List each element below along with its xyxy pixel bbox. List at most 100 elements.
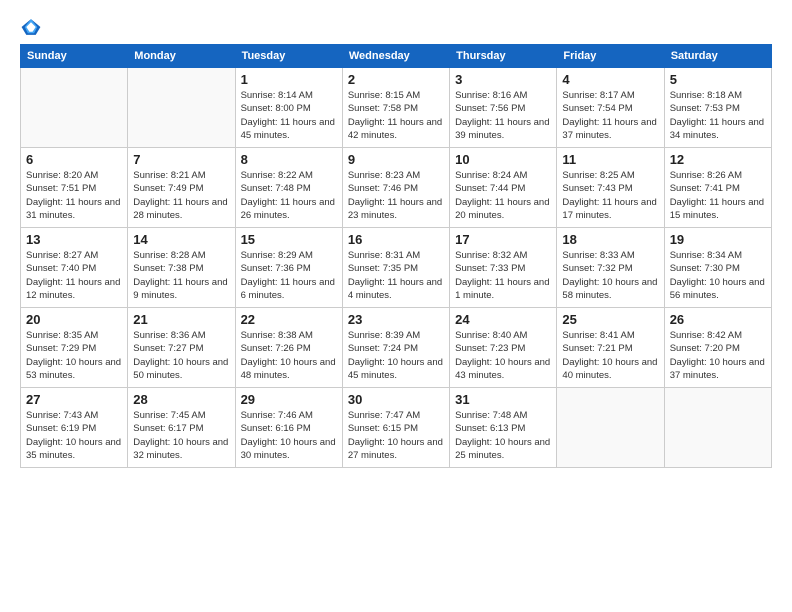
day-number: 9 <box>348 152 444 167</box>
day-number: 19 <box>670 232 766 247</box>
day-info: Sunrise: 8:14 AMSunset: 8:00 PMDaylight:… <box>241 89 337 142</box>
calendar-cell: 13Sunrise: 8:27 AMSunset: 7:40 PMDayligh… <box>21 228 128 308</box>
week-row-2: 6 Sunrise: 8:20 AMSunset: 7:51 PMDaylight… <box>21 148 772 228</box>
week-row-4: 20 Sunrise: 8:35 AMSunset: 7:29 PMDayligh… <box>21 308 772 388</box>
day-info: Sunrise: 8:33 AMSunset: 7:32 PMDaylight:… <box>562 249 658 302</box>
day-number: 4 <box>562 72 658 87</box>
day-info: Sunrise: 8:16 AMSunset: 7:56 PMDaylight:… <box>455 89 551 142</box>
calendar-cell: 11 Sunrise: 8:25 AMSunset: 7:43 PMDayligh… <box>557 148 664 228</box>
weekday-header-wednesday: Wednesday <box>342 45 449 68</box>
day-info: Sunrise: 8:28 AMSunset: 7:38 PMDaylight:… <box>133 249 229 302</box>
day-number: 23 <box>348 312 444 327</box>
calendar-cell: 12 Sunrise: 8:26 AMSunset: 7:41 PMDayligh… <box>664 148 771 228</box>
day-info: Sunrise: 8:40 AMSunset: 7:23 PMDaylight:… <box>455 329 551 382</box>
day-info: Sunrise: 7:43 AMSunset: 6:19 PMDaylight:… <box>26 409 122 462</box>
calendar-cell: 1Sunrise: 8:14 AMSunset: 8:00 PMDaylight… <box>235 68 342 148</box>
calendar-cell: 24Sunrise: 8:40 AMSunset: 7:23 PMDayligh… <box>450 308 557 388</box>
header <box>20 16 772 38</box>
day-number: 22 <box>241 312 337 327</box>
calendar-cell: 5Sunrise: 8:18 AMSunset: 7:53 PMDaylight… <box>664 68 771 148</box>
weekday-header-row: SundayMondayTuesdayWednesdayThursdayFrid… <box>21 45 772 68</box>
calendar-cell: 4 Sunrise: 8:17 AMSunset: 7:54 PMDaylight… <box>557 68 664 148</box>
calendar-cell: 16Sunrise: 8:31 AMSunset: 7:35 PMDayligh… <box>342 228 449 308</box>
calendar-cell: 23Sunrise: 8:39 AMSunset: 7:24 PMDayligh… <box>342 308 449 388</box>
generalblue-logo-icon <box>20 16 42 38</box>
calendar-cell: 10 Sunrise: 8:24 AMSunset: 7:44 PMDayligh… <box>450 148 557 228</box>
day-info: Sunrise: 8:21 AMSunset: 7:49 PMDaylight:… <box>133 169 229 222</box>
day-info: Sunrise: 8:26 AMSunset: 7:41 PMDaylight:… <box>670 169 766 222</box>
day-number: 31 <box>455 392 551 407</box>
day-info: Sunrise: 8:34 AMSunset: 7:30 PMDaylight:… <box>670 249 766 302</box>
week-row-1: 1Sunrise: 8:14 AMSunset: 8:00 PMDaylight… <box>21 68 772 148</box>
day-number: 10 <box>455 152 551 167</box>
calendar-table: SundayMondayTuesdayWednesdayThursdayFrid… <box>20 44 772 468</box>
weekday-header-friday: Friday <box>557 45 664 68</box>
day-info: Sunrise: 8:25 AMSunset: 7:43 PMDaylight:… <box>562 169 658 222</box>
calendar-cell: 19 Sunrise: 8:34 AMSunset: 7:30 PMDayligh… <box>664 228 771 308</box>
day-number: 30 <box>348 392 444 407</box>
day-info: Sunrise: 8:15 AMSunset: 7:58 PMDaylight:… <box>348 89 444 142</box>
calendar-cell <box>21 68 128 148</box>
weekday-header-sunday: Sunday <box>21 45 128 68</box>
calendar-cell <box>128 68 235 148</box>
day-number: 11 <box>562 152 658 167</box>
day-info: Sunrise: 8:22 AMSunset: 7:48 PMDaylight:… <box>241 169 337 222</box>
day-info: Sunrise: 8:35 AMSunset: 7:29 PMDaylight:… <box>26 329 122 382</box>
calendar-cell: 3Sunrise: 8:16 AMSunset: 7:56 PMDaylight… <box>450 68 557 148</box>
day-info: Sunrise: 8:24 AMSunset: 7:44 PMDaylight:… <box>455 169 551 222</box>
calendar-cell: 18 Sunrise: 8:33 AMSunset: 7:32 PMDayligh… <box>557 228 664 308</box>
day-number: 17 <box>455 232 551 247</box>
calendar-cell: 14 Sunrise: 8:28 AMSunset: 7:38 PMDayligh… <box>128 228 235 308</box>
calendar-cell <box>557 388 664 468</box>
day-number: 16 <box>348 232 444 247</box>
day-info: Sunrise: 8:38 AMSunset: 7:26 PMDaylight:… <box>241 329 337 382</box>
day-info: Sunrise: 7:48 AMSunset: 6:13 PMDaylight:… <box>455 409 551 462</box>
day-number: 12 <box>670 152 766 167</box>
day-info: Sunrise: 8:18 AMSunset: 7:53 PMDaylight:… <box>670 89 766 142</box>
day-number: 7 <box>133 152 229 167</box>
day-number: 28 <box>133 392 229 407</box>
day-number: 25 <box>562 312 658 327</box>
logo <box>20 16 46 38</box>
day-number: 27 <box>26 392 122 407</box>
day-number: 2 <box>348 72 444 87</box>
calendar-cell: 29Sunrise: 7:46 AMSunset: 6:16 PMDayligh… <box>235 388 342 468</box>
calendar-cell: 31 Sunrise: 7:48 AMSunset: 6:13 PMDayligh… <box>450 388 557 468</box>
calendar-cell: 20 Sunrise: 8:35 AMSunset: 7:29 PMDayligh… <box>21 308 128 388</box>
weekday-header-monday: Monday <box>128 45 235 68</box>
day-info: Sunrise: 8:41 AMSunset: 7:21 PMDaylight:… <box>562 329 658 382</box>
page: SundayMondayTuesdayWednesdayThursdayFrid… <box>0 0 792 612</box>
calendar-cell: 26 Sunrise: 8:42 AMSunset: 7:20 PMDayligh… <box>664 308 771 388</box>
day-number: 21 <box>133 312 229 327</box>
day-number: 14 <box>133 232 229 247</box>
calendar-cell: 8 Sunrise: 8:22 AMSunset: 7:48 PMDaylight… <box>235 148 342 228</box>
day-number: 26 <box>670 312 766 327</box>
calendar-cell: 2 Sunrise: 8:15 AMSunset: 7:58 PMDaylight… <box>342 68 449 148</box>
calendar-cell: 28 Sunrise: 7:45 AMSunset: 6:17 PMDayligh… <box>128 388 235 468</box>
day-info: Sunrise: 8:17 AMSunset: 7:54 PMDaylight:… <box>562 89 658 142</box>
day-info: Sunrise: 8:23 AMSunset: 7:46 PMDaylight:… <box>348 169 444 222</box>
day-number: 18 <box>562 232 658 247</box>
week-row-5: 27 Sunrise: 7:43 AMSunset: 6:19 PMDayligh… <box>21 388 772 468</box>
day-info: Sunrise: 8:20 AMSunset: 7:51 PMDaylight:… <box>26 169 122 222</box>
day-info: Sunrise: 8:36 AMSunset: 7:27 PMDaylight:… <box>133 329 229 382</box>
day-number: 15 <box>241 232 337 247</box>
calendar-cell: 25 Sunrise: 8:41 AMSunset: 7:21 PMDayligh… <box>557 308 664 388</box>
day-info: Sunrise: 7:47 AMSunset: 6:15 PMDaylight:… <box>348 409 444 462</box>
day-info: Sunrise: 8:29 AMSunset: 7:36 PMDaylight:… <box>241 249 337 302</box>
weekday-header-saturday: Saturday <box>664 45 771 68</box>
day-info: Sunrise: 7:45 AMSunset: 6:17 PMDaylight:… <box>133 409 229 462</box>
day-info: Sunrise: 7:46 AMSunset: 6:16 PMDaylight:… <box>241 409 337 462</box>
day-number: 6 <box>26 152 122 167</box>
calendar-cell: 27 Sunrise: 7:43 AMSunset: 6:19 PMDayligh… <box>21 388 128 468</box>
day-number: 8 <box>241 152 337 167</box>
calendar-cell: 22 Sunrise: 8:38 AMSunset: 7:26 PMDayligh… <box>235 308 342 388</box>
day-info: Sunrise: 8:32 AMSunset: 7:33 PMDaylight:… <box>455 249 551 302</box>
week-row-3: 13Sunrise: 8:27 AMSunset: 7:40 PMDayligh… <box>21 228 772 308</box>
calendar-cell: 9 Sunrise: 8:23 AMSunset: 7:46 PMDaylight… <box>342 148 449 228</box>
day-number: 20 <box>26 312 122 327</box>
calendar-cell <box>664 388 771 468</box>
calendar-cell: 7 Sunrise: 8:21 AMSunset: 7:49 PMDaylight… <box>128 148 235 228</box>
day-number: 13 <box>26 232 122 247</box>
day-info: Sunrise: 8:42 AMSunset: 7:20 PMDaylight:… <box>670 329 766 382</box>
